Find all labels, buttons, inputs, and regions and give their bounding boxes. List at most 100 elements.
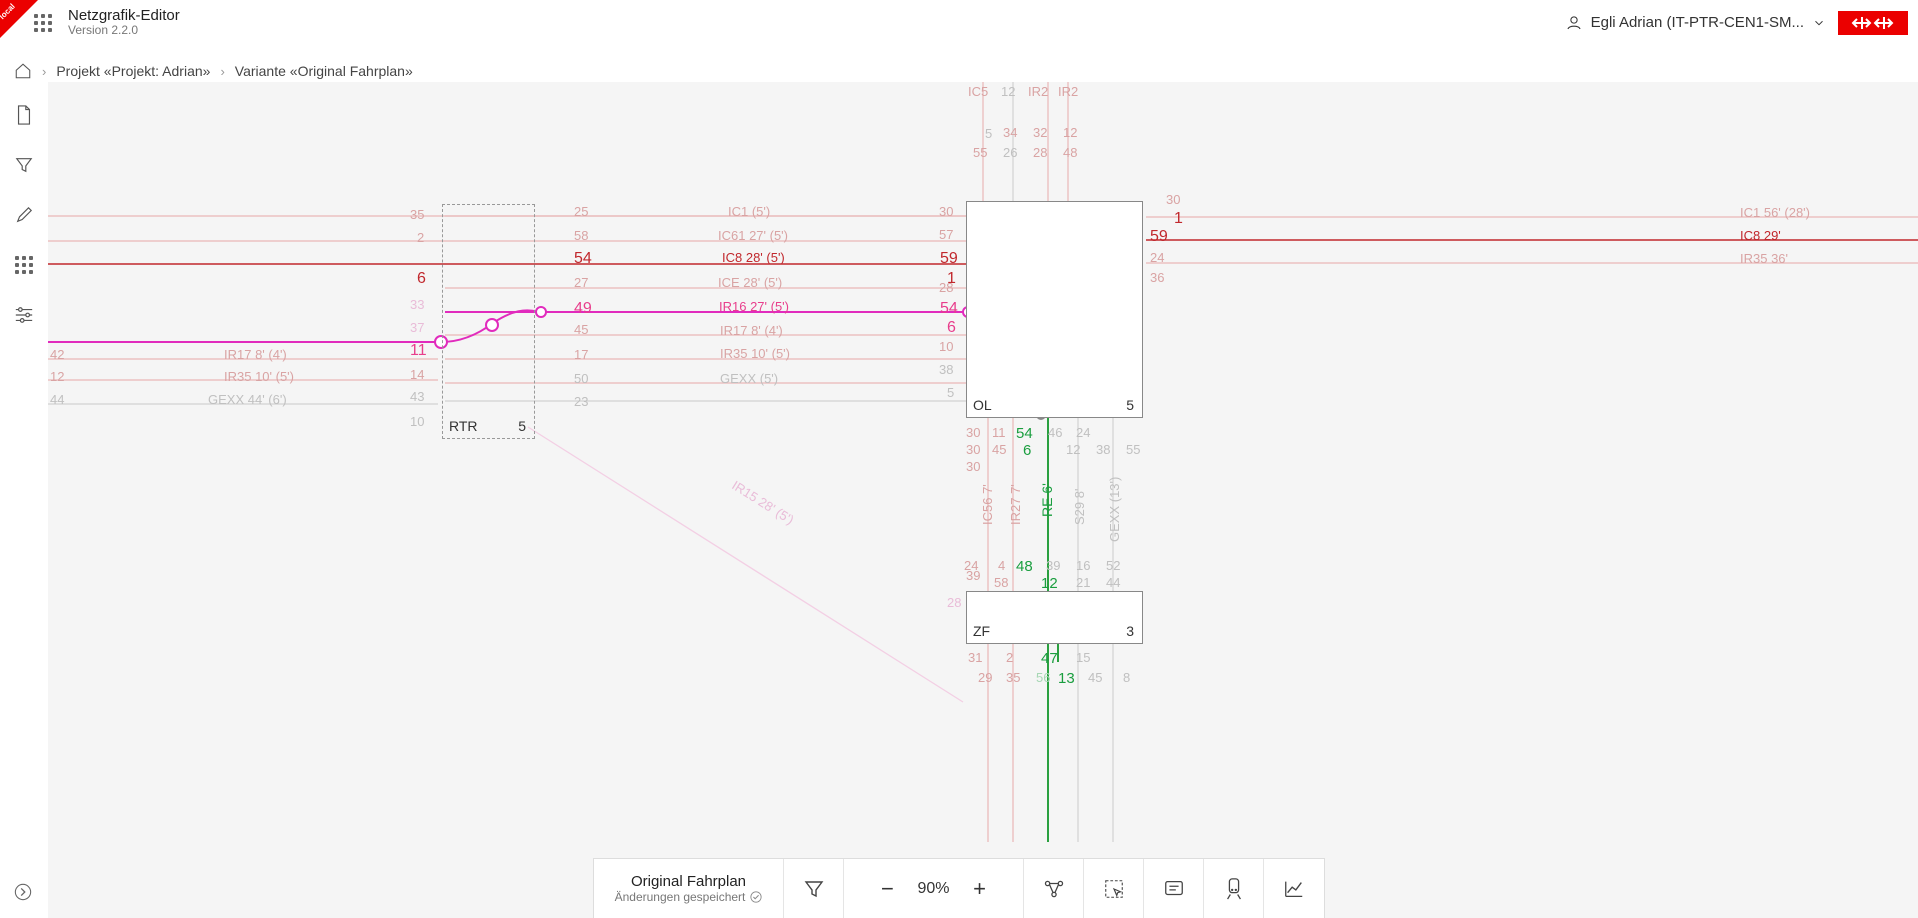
left-toolbar: [0, 90, 48, 326]
app-version: Version 2.2.0: [68, 24, 180, 38]
filter-toggle-button[interactable]: [784, 859, 844, 918]
new-document-button[interactable]: [13, 104, 35, 126]
track-label: IR16 27' (5'): [719, 299, 789, 314]
notes-button[interactable]: [1144, 859, 1204, 918]
minute-mark: 34: [1003, 125, 1017, 140]
home-icon[interactable]: [14, 62, 32, 80]
node-rtr[interactable]: RTR 5: [443, 205, 534, 438]
minute-mark: 45: [1088, 670, 1102, 685]
check-circle-icon: [750, 891, 762, 903]
user-icon: [1565, 14, 1583, 32]
minute-mark: 33: [410, 297, 424, 312]
app-title-block: Netzgrafik-Editor Version 2.2.0: [68, 7, 180, 38]
minute-mark: 11: [992, 425, 1006, 440]
track-label: IC1 56' (28'): [1740, 205, 1810, 220]
minute-mark: 4: [998, 558, 1005, 573]
zoom-out-button[interactable]: −: [877, 876, 897, 902]
minute-mark: 38: [939, 362, 953, 377]
minute-mark: 12: [1041, 575, 1058, 592]
node-zf[interactable]: ZF 3: [967, 592, 1142, 643]
zoom-control: − 90% +: [844, 859, 1024, 918]
minute-mark: 50: [574, 371, 588, 386]
minute-mark: 5: [947, 385, 954, 400]
node-code: OL: [973, 397, 992, 413]
minute-mark: 36: [1150, 270, 1164, 285]
variant-info: Original Fahrplan Änderungen gespeichert: [594, 859, 784, 918]
track-label: S29 8': [1072, 489, 1087, 525]
expand-sidebar-button[interactable]: [14, 883, 32, 906]
minute-mark: 58: [994, 575, 1008, 590]
node-stops: 3: [1126, 623, 1134, 639]
zoom-level: 90%: [917, 880, 949, 898]
filter-button[interactable]: [13, 154, 35, 176]
minute-mark: 6: [947, 319, 956, 337]
track-label: IR17 8' (4'): [720, 323, 783, 338]
minute-mark: 6: [417, 270, 426, 288]
minute-mark: 26: [1003, 145, 1017, 160]
track-label: IR27 7': [1008, 484, 1023, 525]
track-label: GEXX 44' (6'): [208, 392, 287, 407]
minute-mark: 30: [966, 459, 980, 474]
chart-button[interactable]: [1264, 859, 1324, 918]
track-label: IC56 7': [980, 484, 995, 525]
minute-mark: 13: [1058, 670, 1075, 687]
minute-mark: 59: [940, 250, 958, 268]
node-code: RTR: [449, 418, 478, 434]
breadcrumb-variant[interactable]: Variante «Original Fahrplan»: [235, 63, 413, 79]
graph-mode-button[interactable]: [1024, 859, 1084, 918]
chevron-down-icon: [1812, 16, 1826, 30]
minute-mark: 35: [1006, 670, 1020, 685]
minute-mark: 5: [985, 126, 992, 141]
minute-mark: 23: [574, 394, 588, 409]
node-stops: 5: [518, 418, 526, 434]
settings-sliders-button[interactable]: [13, 304, 35, 326]
select-area-button[interactable]: [1084, 859, 1144, 918]
node-stops: 5: [1126, 397, 1134, 413]
minute-mark: 58: [574, 228, 588, 243]
minute-mark: 32: [1033, 125, 1047, 140]
app-header: Netzgrafik-Editor Version 2.2.0 Egli Adr…: [0, 0, 1918, 46]
minute-mark: 12: [1063, 125, 1077, 140]
minute-mark: 45: [992, 442, 1006, 457]
minute-mark: 10: [939, 339, 953, 354]
breadcrumb-sep: ›: [42, 64, 46, 79]
minute-mark: 48: [1016, 558, 1033, 575]
minute-mark: 15: [1076, 650, 1090, 665]
minute-mark: 28: [947, 595, 961, 610]
node-ol[interactable]: OL 5: [967, 202, 1142, 417]
minute-mark: 44: [1106, 575, 1120, 590]
train-view-button[interactable]: [1204, 859, 1264, 918]
edit-button[interactable]: [13, 204, 35, 226]
zoom-in-button[interactable]: +: [970, 876, 990, 902]
minute-mark: 24: [1150, 250, 1164, 265]
minute-mark: 38: [1096, 442, 1110, 457]
breadcrumb-project[interactable]: Projekt «Projekt: Adrian»: [56, 63, 210, 79]
minute-mark: 37: [410, 320, 424, 335]
minute-mark: 11: [410, 342, 427, 360]
user-menu[interactable]: Egli Adrian (IT-PTR-CEN1-SM...: [1565, 14, 1826, 32]
sbb-logo: [1838, 11, 1908, 35]
minute-mark: IR2: [1028, 84, 1048, 99]
minute-mark: 10: [410, 414, 424, 429]
minute-mark: 43: [410, 389, 424, 404]
minute-mark: 49: [574, 300, 592, 318]
breadcrumb-sep: ›: [220, 64, 224, 79]
track-label: ICE 28' (5'): [718, 275, 782, 290]
grid-button[interactable]: [13, 254, 35, 276]
minute-mark: 59: [1150, 228, 1168, 246]
netgraphic-canvas[interactable]: RTR 5 OL 5 ZF 3 IC8 28' (5') IR16 27' (5…: [48, 82, 1918, 918]
minute-mark: 31: [968, 650, 982, 665]
save-status: Änderungen gespeichert: [615, 890, 763, 904]
track-label: IC8 28' (5'): [722, 250, 785, 265]
track-label: GEXX (5'): [720, 371, 778, 386]
minute-mark: 24: [1076, 425, 1090, 440]
minute-mark: 54: [1016, 425, 1033, 442]
track-label: IC61 27' (5'): [718, 228, 788, 243]
minute-mark: 28: [1033, 145, 1047, 160]
minute-mark: 28: [939, 280, 953, 295]
node-code: ZF: [973, 623, 990, 639]
minute-mark: 25: [574, 204, 588, 219]
minute-mark: 47: [1041, 650, 1058, 667]
minute-mark: 54: [940, 300, 958, 318]
track-label: IR35 10' (5'): [720, 346, 790, 361]
